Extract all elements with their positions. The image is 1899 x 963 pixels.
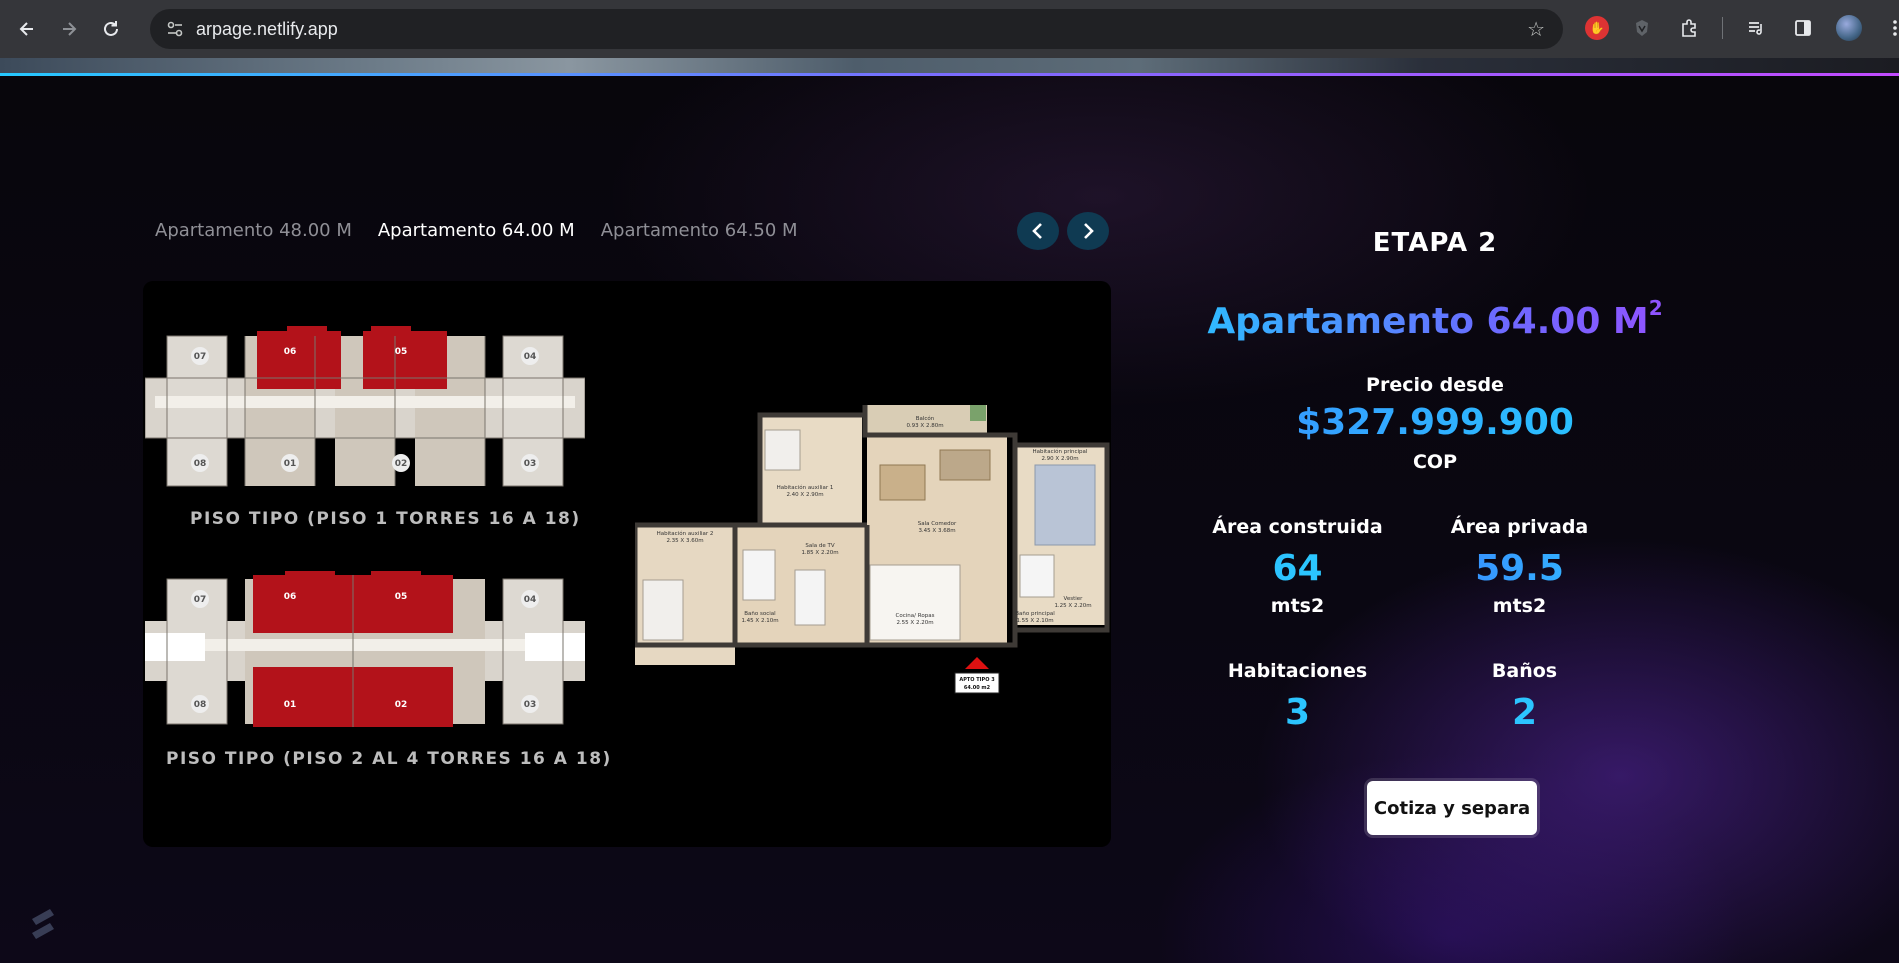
extensions-row: ✋ [1585,14,1899,42]
apartment-title: Apartamento 64.00 M2 [1160,296,1710,342]
more-menu-icon[interactable] [1881,14,1899,42]
unit-label: 03 [524,459,537,469]
tab-apartamento-48[interactable]: Apartamento 48.00 M [155,220,352,241]
address-bar[interactable]: arpage.netlify.app ☆ [150,9,1563,49]
room-label: Habitación auxiliar 2 [657,530,714,537]
cotiza-button[interactable]: Cotiza y separa [1367,781,1537,835]
unit-label: 06 [284,347,297,357]
etapa-heading: ETAPA 2 [1372,228,1498,258]
room-label: Sala de TV [805,543,834,549]
unit-label: 05 [395,592,408,602]
area-privada-label: Área privada [1450,516,1589,538]
floor-plate-top: 07 06 05 04 08 01 02 03 [145,326,585,487]
next-button[interactable] [1067,212,1109,250]
tab-apartamento-64-50[interactable]: Apartamento 64.50 M [601,220,798,241]
browser-toolbar: arpage.netlify.app ☆ ✋ [0,0,1899,58]
apto-tag-label: APTO TIPO 3 [959,677,995,683]
tab-apartamento-64[interactable]: Apartamento 64.00 M [378,220,575,241]
brave-icon[interactable] [1628,14,1656,42]
back-arrow-icon[interactable] [12,14,42,44]
room-dim: 2.35 X 3.60m [666,538,703,544]
unit-label: 04 [524,595,537,605]
unit-label: 08 [194,459,207,469]
stop-extension-icon[interactable]: ✋ [1585,16,1609,40]
page-content: Apartamento 48.00 M Apartamento 64.00 M … [0,76,1899,963]
currency-label: COP [1412,451,1458,473]
apartment-title-text: Apartamento 64.00 M [1207,301,1649,342]
room-dim: 0.93 X 2.80m [906,423,943,429]
chevron-left-icon [1032,223,1042,239]
room-label: Baño social [744,611,776,617]
chevron-right-icon [1084,223,1094,239]
apartment-tabs: Apartamento 48.00 M Apartamento 64.00 M … [155,220,798,241]
room-label: Sala Comedor [918,521,957,527]
forward-arrow-icon[interactable] [54,14,84,44]
price-value: $327.999.900 [1160,402,1710,443]
prev-button[interactable] [1017,212,1059,250]
apartment-info: ETAPA 2 Apartamento 64.00 M2 Precio desd… [1160,76,1710,963]
reload-icon[interactable] [96,14,126,44]
unit-label: 02 [395,700,408,710]
room-label: Habitación auxiliar 1 [777,484,834,491]
apto-tag-area: 64.00 m2 [964,685,991,691]
url-text[interactable]: arpage.netlify.app [196,19,338,40]
banos-label: Baños [1491,660,1558,682]
unit-label: 01 [284,459,297,469]
unit-label: 03 [524,700,537,710]
unit-label: 07 [194,352,207,362]
side-panel-icon[interactable] [1789,14,1817,42]
room-dim: 3.45 X 3.68m [918,528,955,534]
floor-plate-bottom: 07 06 05 04 08 01 02 03 [145,571,585,727]
area-privada-value: 59.5 [1382,548,1657,589]
site-logo-icon[interactable] [28,907,58,941]
apartment-title-sup: 2 [1648,296,1663,320]
profile-avatar[interactable] [1836,15,1862,41]
room-label: Vestier [1064,596,1084,602]
plan-caption-top: PISO TIPO (PISO 1 TORRES 16 A 18) [190,509,581,529]
room-label: Cocina/ Ropas [896,613,935,619]
room-dim: 1.55 X 2.10m [1016,618,1053,624]
room-dim: 1.45 X 2.10m [741,618,778,624]
room-dim: 2.40 X 2.90m [786,492,823,498]
apartment-plan: Balcón 0.93 X 2.80m Habitación auxiliar … [635,405,1110,694]
unit-label: 01 [284,700,297,710]
unit-label: 06 [284,592,297,602]
area-privada-unit: mts2 [1492,595,1547,617]
floor-plan-image: 07 06 05 04 08 01 02 03 PISO TIPO (PISO … [143,281,1111,847]
unit-label: 02 [395,459,408,469]
room-label: Habitación principal [1033,448,1088,455]
banos: Baños 2 [1387,660,1662,733]
room-dim: 1.25 X 2.20m [1054,603,1091,609]
extensions-puzzle-icon[interactable] [1675,14,1703,42]
room-dim: 1.85 X 2.20m [801,550,838,556]
banos-value: 2 [1387,692,1662,733]
room-label: Baño principal [1015,611,1055,617]
area-privada: Área privada 59.5 mts2 [1382,516,1657,617]
unit-label: 04 [524,352,537,362]
unit-label: 07 [194,595,207,605]
media-icon[interactable] [1742,14,1770,42]
site-settings-icon[interactable] [164,18,186,40]
unit-label: 08 [194,700,207,710]
room-label: Balcón [916,415,935,422]
price-label: Precio desde [1366,374,1504,396]
bookmark-star-icon[interactable]: ☆ [1527,17,1545,41]
plan-caption-bottom: PISO TIPO (PISO 2 AL 4 TORRES 16 A 18) [166,749,612,769]
toolbar-divider [1722,17,1723,39]
room-dim: 2.90 X 2.90m [1041,456,1078,462]
room-dim: 2.55 X 2.20m [896,620,933,626]
unit-label: 05 [395,347,408,357]
